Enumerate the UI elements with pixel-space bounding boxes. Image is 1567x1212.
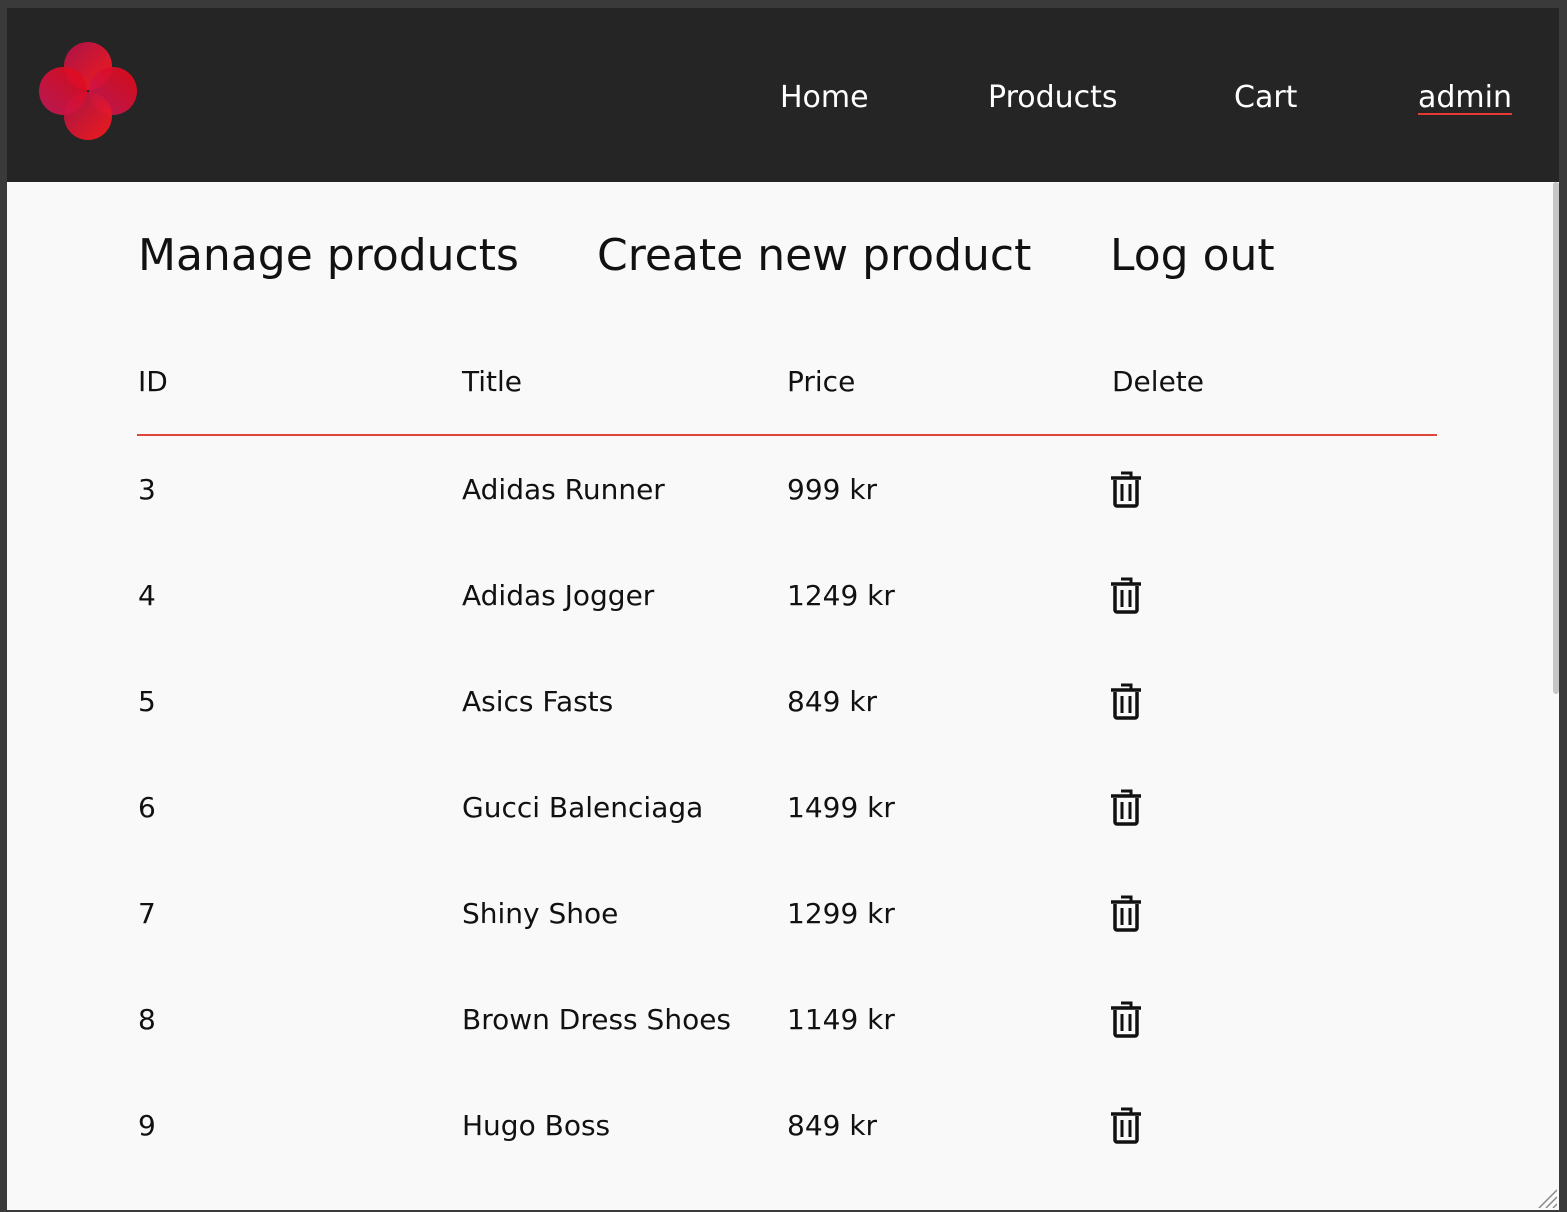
trash-icon[interactable]: [1109, 894, 1143, 932]
cell-id: 5: [138, 685, 156, 718]
trash-icon[interactable]: [1109, 682, 1143, 720]
column-header-title: Title: [462, 365, 523, 398]
column-header-id: ID: [138, 365, 168, 398]
cell-price: 1299 kr: [787, 897, 895, 930]
cell-title: Gucci Balenciaga: [462, 791, 704, 824]
trash-icon[interactable]: [1109, 576, 1143, 614]
cell-title: Adidas Runner: [462, 473, 665, 506]
resize-grip-icon[interactable]: [1535, 1186, 1557, 1208]
manage-products-link[interactable]: Manage products: [138, 228, 519, 284]
cell-price: 849 kr: [787, 685, 878, 718]
vertical-scrollbar[interactable]: [1553, 182, 1559, 694]
table-row: 3 Adidas Runner 999 kr: [7, 470, 1559, 578]
cell-price: 1149 kr: [787, 1003, 895, 1036]
browser-viewport: Home Products Cart admin Manage products…: [7, 8, 1559, 1210]
nav-cart-link[interactable]: Cart: [1234, 78, 1297, 118]
cell-id: 7: [138, 897, 156, 930]
trash-icon[interactable]: [1109, 1000, 1143, 1038]
cell-title: Shiny Shoe: [462, 897, 619, 930]
cell-title: Hugo Boss: [462, 1109, 611, 1142]
column-header-price: Price: [787, 365, 856, 398]
nav-admin-link[interactable]: admin: [1418, 78, 1512, 118]
table-row: 6 Gucci Balenciaga 1499 kr: [7, 788, 1559, 896]
nav-home-link[interactable]: Home: [780, 78, 869, 118]
cell-id: 3: [138, 473, 156, 506]
table-row: 9 Hugo Boss 849 kr: [7, 1106, 1559, 1210]
cell-title: Brown Dress Shoes: [462, 1003, 732, 1036]
flower-logo-icon[interactable]: [37, 40, 139, 142]
trash-icon[interactable]: [1109, 788, 1143, 826]
cell-price: 999 kr: [787, 473, 878, 506]
trash-icon[interactable]: [1109, 1106, 1143, 1144]
cell-id: 6: [138, 791, 156, 824]
cell-price: 1249 kr: [787, 579, 895, 612]
table-row: 8 Brown Dress Shoes 1149 kr: [7, 1000, 1559, 1108]
table-row: 5 Asics Fasts 849 kr: [7, 682, 1559, 790]
top-navbar: Home Products Cart admin: [7, 8, 1559, 182]
cell-title: Adidas Jogger: [462, 579, 655, 612]
log-out-link[interactable]: Log out: [1110, 228, 1275, 284]
create-new-product-link[interactable]: Create new product: [597, 228, 1031, 284]
cell-title: Asics Fasts: [462, 685, 614, 718]
trash-icon[interactable]: [1109, 470, 1143, 508]
cell-price: 1499 kr: [787, 791, 895, 824]
cell-id: 9: [138, 1109, 156, 1142]
nav-products-link[interactable]: Products: [988, 78, 1118, 118]
column-header-delete: Delete: [1112, 365, 1204, 398]
table-row: 7 Shiny Shoe 1299 kr: [7, 894, 1559, 1002]
cell-id: 8: [138, 1003, 156, 1036]
cell-id: 4: [138, 579, 156, 612]
table-row: 4 Adidas Jogger 1249 kr: [7, 576, 1559, 684]
header-divider: [137, 434, 1437, 436]
cell-price: 849 kr: [787, 1109, 878, 1142]
